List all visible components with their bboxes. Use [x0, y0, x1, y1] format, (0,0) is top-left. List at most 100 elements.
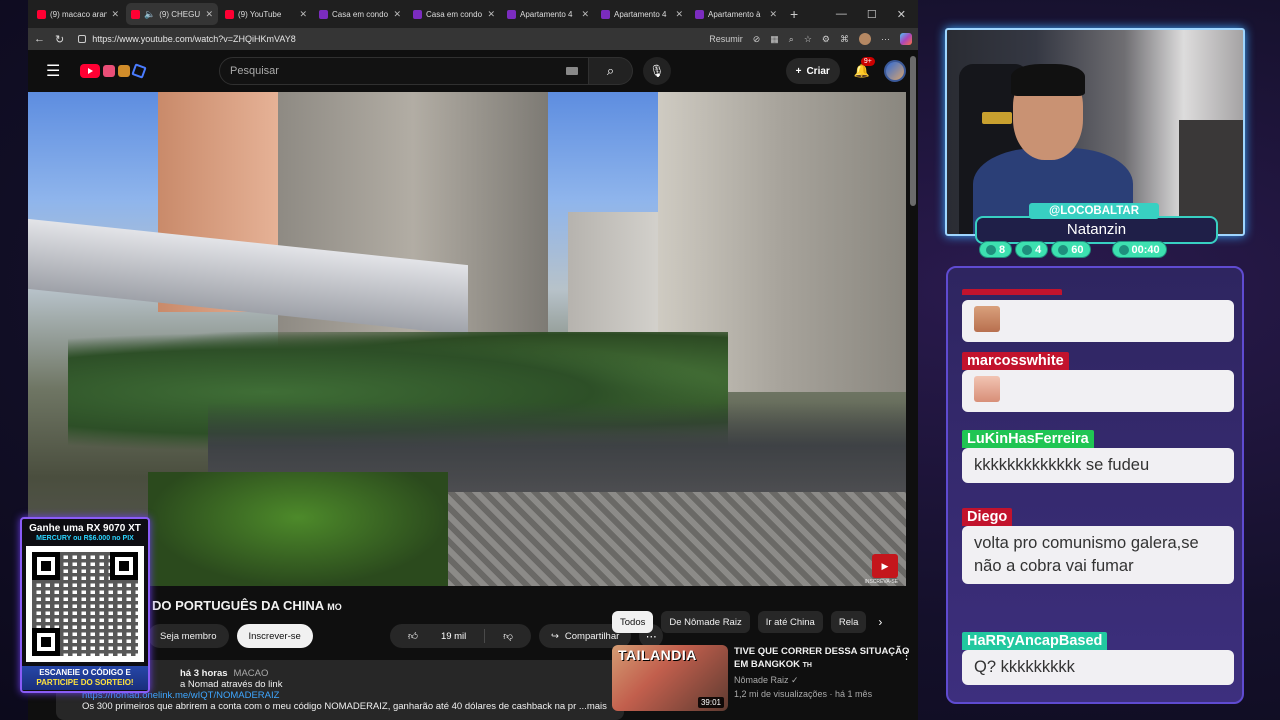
speaker-icon[interactable]: 🔈 — [144, 9, 155, 20]
refresh-button[interactable]: ↻ — [55, 33, 64, 46]
chip-topic[interactable]: Ir até China — [757, 611, 823, 633]
browser-tab-active[interactable]: 🔈 (9) CHEGU ✕ — [126, 3, 218, 25]
listing-icon — [601, 9, 610, 19]
qr-code — [26, 546, 144, 662]
maximize-button[interactable]: ☐ — [867, 8, 877, 21]
back-button[interactable]: ← — [34, 33, 45, 45]
promo-subtitle: MERCURY ou R$6.000 no PIX — [36, 535, 134, 542]
verified-icon: ✓ — [791, 675, 799, 685]
promo-cta-line2: PARTICIPE DO SORTEIO! — [36, 678, 134, 687]
youtube-play-icon — [80, 64, 100, 78]
uptime: 00:40 — [1131, 243, 1160, 256]
like-button[interactable]: 👍︎ 19 mil — [390, 630, 484, 643]
lock-icon[interactable] — [78, 35, 87, 43]
recommended-channel[interactable]: Nômade Raiz ✓ — [734, 675, 912, 686]
voice-search-button[interactable]: 🎙 — [643, 57, 671, 85]
listing-icon — [507, 9, 516, 19]
join-button[interactable]: Seja membro — [148, 624, 229, 648]
scrollbar-thumb[interactable] — [910, 56, 916, 206]
search-button[interactable]: ⌕ — [589, 57, 633, 85]
url-field[interactable]: https://www.youtube.com/watch?v=ZHQiHKmV… — [74, 30, 699, 48]
browser-tab[interactable]: Apartamento à ✕ — [690, 3, 782, 25]
browser-tab[interactable]: (9) YouTube ✕ — [220, 3, 312, 25]
reader-icon[interactable]: ⊘ — [753, 34, 761, 45]
emote-icon — [974, 376, 1000, 402]
keyboard-icon[interactable] — [566, 67, 578, 75]
browser-tab[interactable]: Casa em condo ✕ — [408, 3, 500, 25]
header-actions: + Criar 🔔 9+ — [785, 57, 906, 84]
more-menu-icon[interactable]: ⋯ — [881, 34, 890, 45]
zoom-icon[interactable]: ⌕ — [789, 34, 794, 45]
apps-icon[interactable]: ▦ — [770, 34, 779, 45]
search-input[interactable]: Pesquisar — [219, 57, 589, 85]
close-icon[interactable]: ✕ — [299, 9, 307, 20]
browser-tab[interactable]: Casa em condo ✕ — [314, 3, 406, 25]
promo-cta-line1: ESCANEIE O CÓDIGO E — [39, 668, 131, 677]
qr-finder — [32, 552, 60, 580]
dislike-button[interactable]: 👎︎ — [485, 630, 531, 642]
close-icon[interactable]: ✕ — [111, 9, 119, 20]
close-icon[interactable]: ✕ — [675, 9, 683, 20]
description-link[interactable]: https://nomad.onelink.me/wIQT/NOMADERAIZ — [82, 690, 614, 701]
close-icon[interactable]: ✕ — [393, 9, 401, 20]
notifications-button[interactable]: 🔔 9+ — [854, 57, 875, 79]
kebab-menu-icon[interactable]: ⋮ — [901, 649, 912, 662]
close-icon[interactable]: ✕ — [581, 9, 589, 20]
chat-bubble: Q? kkkkkkkkk — [962, 650, 1234, 685]
browser-tab[interactable]: Apartamento 4 ✕ — [596, 3, 688, 25]
profile-avatar[interactable] — [859, 33, 871, 45]
chat-icon — [986, 244, 996, 255]
extensions-icon[interactable]: ⚙ — [822, 34, 830, 45]
video-player[interactable]: ▶ INSCREVA-SE — [28, 92, 906, 586]
play-icon: ▶ — [881, 560, 889, 571]
recommended-title[interactable]: TIVE QUE CORRER DESSA SITUAÇÃO EM BANGKO… — [734, 645, 912, 672]
chat-message: Diego volta pro comunismo galera,se não … — [962, 508, 1234, 584]
chat-message: marcosswhite — [962, 352, 1234, 412]
send-icon[interactable] — [131, 63, 147, 79]
address-bar-actions: Resumir ⊘ ▦ ⌕ ☆ ⚙ ⌘ ⋯ — [709, 33, 912, 45]
show-more-button[interactable]: ...mais — [579, 701, 607, 712]
page-scrollbar[interactable] — [910, 56, 916, 716]
location-tag[interactable]: MACAO — [234, 668, 269, 679]
browser-tab[interactable]: (9) macaco aran ✕ — [32, 3, 124, 25]
close-icon[interactable]: ✕ — [487, 9, 495, 20]
video-count: 4 — [1035, 243, 1042, 256]
menu-icon[interactable]: ☰ — [46, 61, 66, 81]
description-line: a Nomad através do link — [180, 679, 283, 690]
chip-channel[interactable]: De Nômade Raiz — [661, 611, 750, 633]
minimize-button[interactable]: — — [836, 8, 847, 21]
listing-icon — [319, 9, 328, 19]
recommended-video[interactable]: TAILANDIA 39:01 TIVE QUE CORRER DESSA SI… — [612, 645, 912, 711]
tab-bar: (9) macaco aran ✕ 🔈 (9) CHEGU ✕ (9) YouTube… — [28, 0, 918, 28]
close-window-button[interactable]: ✕ — [897, 8, 906, 21]
copilot-icon[interactable] — [900, 33, 912, 45]
video-title: DO PORTUGUÊS DA CHINA MO — [152, 598, 342, 613]
youtube-logo[interactable] — [80, 63, 147, 79]
collections-icon[interactable]: ⌘ — [840, 34, 849, 45]
join-label: Seja membro — [160, 630, 217, 642]
create-button[interactable]: + Criar — [785, 58, 840, 84]
chip-related[interactable]: Rela — [830, 611, 867, 633]
chevron-right-icon[interactable]: › — [878, 615, 882, 629]
favorite-star-icon[interactable]: ☆ — [804, 34, 812, 45]
new-tab-button[interactable]: + — [784, 6, 804, 22]
recommended-stats: 1,2 mi de visualizações · há 1 mês — [734, 689, 873, 699]
search-placeholder: Pesquisar — [230, 65, 279, 77]
subscribe-button[interactable]: Inscrever-se — [236, 624, 313, 648]
close-icon[interactable]: ✕ — [205, 9, 213, 20]
account-avatar[interactable] — [884, 60, 906, 82]
chip-all[interactable]: Todos — [612, 611, 654, 633]
thumbnail-text: TAILANDIA — [618, 647, 697, 663]
browser-tab[interactable]: Apartamento 4 ✕ — [502, 3, 594, 25]
chat-stat: 8 — [979, 241, 1013, 258]
close-icon[interactable]: ✕ — [769, 9, 777, 20]
listing-icon — [695, 9, 704, 19]
puzzle-icon[interactable] — [118, 65, 130, 77]
viewers-stat: 60 — [1051, 241, 1091, 258]
video-thumbnail[interactable]: TAILANDIA 39:01 — [612, 645, 728, 711]
notification-badge: 9+ — [860, 57, 875, 66]
resume-button[interactable]: Resumir — [709, 34, 743, 44]
subscribe-label: Inscrever-se — [248, 630, 301, 642]
subscribe-watermark[interactable]: ▶ — [872, 554, 898, 578]
extension-icon[interactable] — [103, 65, 115, 77]
